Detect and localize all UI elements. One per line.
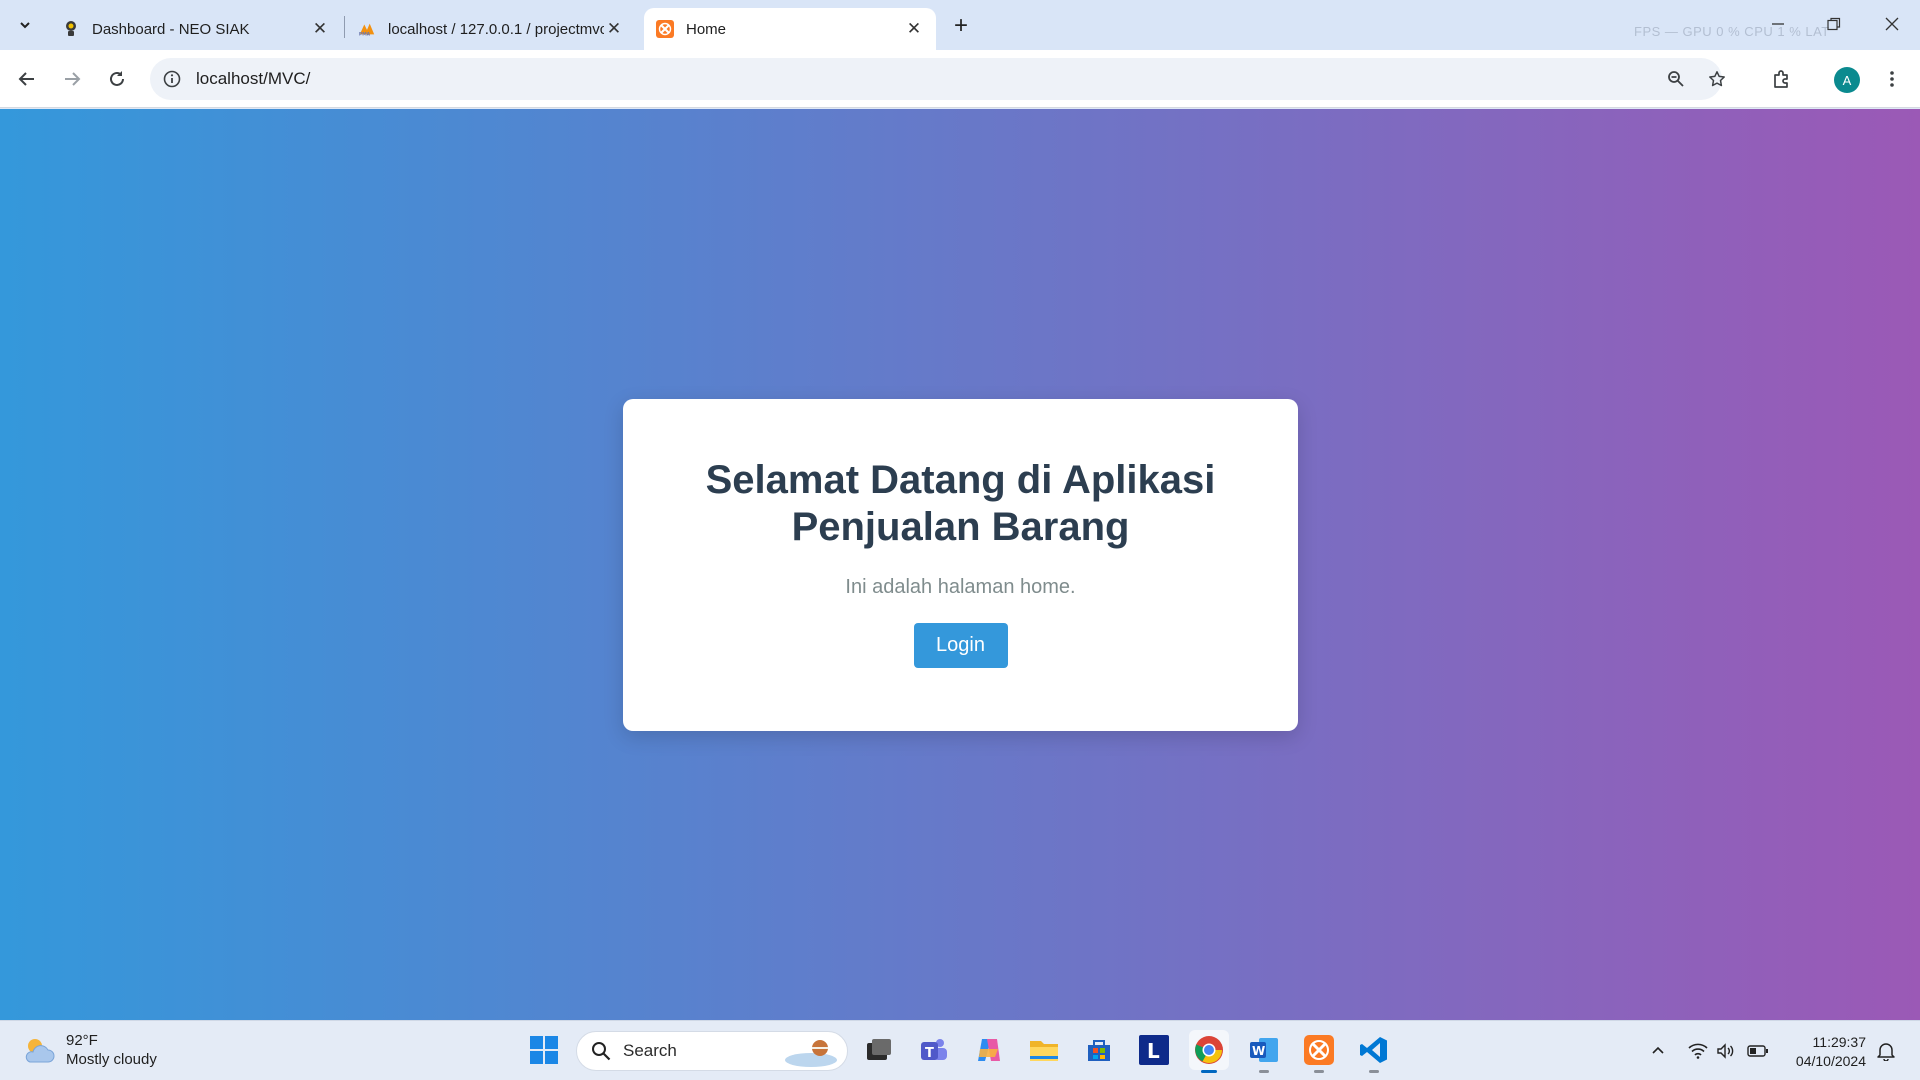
- file-explorer-icon[interactable]: [1024, 1030, 1064, 1070]
- zoom-icon[interactable]: [1661, 64, 1691, 94]
- reload-button[interactable]: [101, 63, 133, 95]
- search-icon: [592, 1042, 611, 1061]
- welcome-card: Selamat Datang di Aplikasi Penjualan Bar…: [623, 399, 1298, 731]
- restore-button[interactable]: [1812, 10, 1856, 38]
- arrow-right-icon: [65, 72, 81, 86]
- page-title: Selamat Datang di Aplikasi Penjualan Bar…: [705, 458, 1216, 549]
- microsoft-store-icon[interactable]: [1079, 1030, 1119, 1070]
- tab-title: Home: [686, 20, 727, 38]
- taskbar-search[interactable]: Search: [576, 1031, 848, 1071]
- site-info-icon[interactable]: [162, 69, 182, 89]
- neo-siak-icon: [62, 20, 80, 38]
- svg-text:W: W: [1252, 1044, 1265, 1058]
- partly-cloudy-icon: [25, 1039, 55, 1063]
- l-app-icon[interactable]: L: [1134, 1030, 1174, 1070]
- svg-text:L: L: [1147, 1039, 1160, 1063]
- plus-icon: +: [953, 12, 968, 39]
- start-button[interactable]: [524, 1030, 564, 1070]
- menu-button[interactable]: [1876, 63, 1908, 95]
- search-label: Search: [623, 1041, 677, 1060]
- url-text[interactable]: localhost/MVC/: [196, 69, 310, 89]
- copilot-icon[interactable]: [969, 1030, 1009, 1070]
- forward-button[interactable]: [56, 63, 88, 95]
- minimize-icon: [1772, 23, 1784, 25]
- weather-desc: Mostly cloudy: [66, 1051, 157, 1068]
- chrome-icon[interactable]: [1189, 1030, 1229, 1073]
- notification-bell-icon[interactable]: [1874, 1039, 1898, 1063]
- more-vertical-icon: [1890, 71, 1894, 87]
- extensions-button[interactable]: [1766, 63, 1798, 95]
- tab-home[interactable]: Home ✕: [644, 8, 936, 50]
- tab-search-button[interactable]: [10, 12, 40, 38]
- windows-icon: [530, 1036, 558, 1064]
- clock-time: 11:29:37: [1812, 1034, 1866, 1050]
- login-button[interactable]: Login: [913, 623, 1008, 668]
- tab-divider: [344, 16, 345, 38]
- tab-strip: Dashboard - NEO SIAK ✕ PMA localhost / 1…: [0, 0, 1920, 50]
- page-viewport: Selamat Datang di Aplikasi Penjualan Bar…: [0, 109, 1920, 1020]
- address-bar[interactable]: localhost/MVC/: [150, 58, 1725, 100]
- puzzle-icon: [1774, 70, 1788, 88]
- taskbar: 92°F Mostly cloudy Search T L W 11:29:37…: [0, 1020, 1920, 1080]
- vscode-icon[interactable]: [1354, 1030, 1394, 1073]
- tab-phpmyadmin[interactable]: PMA localhost / 127.0.0.1 / projectmvc ✕: [346, 8, 636, 50]
- arrow-left-icon: [18, 72, 34, 86]
- teams-icon[interactable]: T: [914, 1030, 954, 1070]
- clock-date: 04/10/2024: [1795, 1053, 1866, 1069]
- word-icon[interactable]: W: [1244, 1030, 1284, 1073]
- close-icon[interactable]: ✕: [904, 19, 924, 39]
- battery-icon[interactable]: [1746, 1039, 1770, 1063]
- svg-text:T: T: [925, 1046, 934, 1061]
- tab-title: localhost / 127.0.0.1 / projectmvc: [388, 20, 604, 38]
- browser-toolbar: localhost/MVC/: [0, 50, 1920, 108]
- performance-overlay: FPS — GPU 0 % CPU 1 % LAT: [1634, 24, 1830, 39]
- chevron-down-icon: [20, 22, 30, 29]
- xampp-icon: [656, 20, 674, 38]
- xampp-icon[interactable]: [1299, 1030, 1339, 1073]
- close-window-button[interactable]: [1870, 10, 1914, 38]
- restore-icon: [1827, 17, 1841, 31]
- chevron-up-icon[interactable]: [1646, 1039, 1670, 1063]
- close-icon[interactable]: ✕: [604, 19, 624, 39]
- back-button[interactable]: [11, 63, 43, 95]
- tab-title: Dashboard - NEO SIAK: [92, 20, 250, 38]
- page-subtitle: Ini adalah halaman home.: [845, 576, 1076, 598]
- search-highlight-icon: [785, 1040, 837, 1067]
- profile-avatar[interactable]: A: [1834, 67, 1860, 93]
- weather-temp: 92°F: [66, 1032, 98, 1049]
- weather-widget[interactable]: 92°F Mostly cloudy: [22, 1031, 157, 1069]
- wifi-icon[interactable]: [1686, 1039, 1710, 1063]
- new-tab-button[interactable]: +: [946, 12, 976, 40]
- bookmark-star-icon[interactable]: [1702, 64, 1732, 94]
- phpmyadmin-icon: PMA: [358, 20, 376, 38]
- close-icon[interactable]: ✕: [310, 19, 330, 39]
- reload-icon: [110, 71, 124, 86]
- system-clock[interactable]: 11:29:37 04/10/2024: [1782, 1033, 1866, 1071]
- minimize-button[interactable]: [1756, 10, 1800, 38]
- close-icon: [1885, 17, 1899, 31]
- volume-icon[interactable]: [1714, 1039, 1738, 1063]
- task-view-icon[interactable]: [859, 1030, 899, 1070]
- tab-neo-siak[interactable]: Dashboard - NEO SIAK ✕: [50, 8, 342, 50]
- svg-text:PMA: PMA: [359, 31, 371, 37]
